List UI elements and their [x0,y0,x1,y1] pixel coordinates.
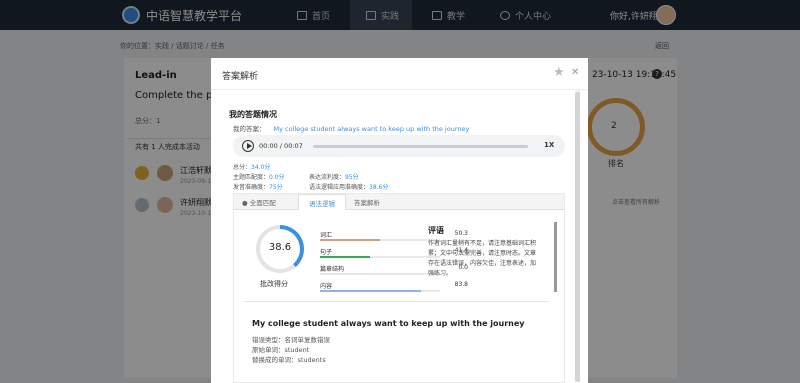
stat-value: 0.0分 [269,174,285,181]
tab-bar: ● 全面匹配 语法逻辑 答案解析 [234,194,564,210]
stat-total: 总分：34.0分 [233,162,270,171]
breakdown-label: 内容 [320,283,333,290]
detail-line: 原始单词：student [252,346,310,354]
breakdown-track [320,256,440,258]
my-answer-text: My college student always want to keep u… [273,125,470,133]
modal-title: 答案解析 [222,72,259,82]
detail-line: 替换成的单词：students [252,356,326,364]
answer-analysis-modal: 答案解析 ★ ✕ 我的答题情况 我的答案： My college student … [211,58,588,383]
comment-scrollbar[interactable] [554,222,557,292]
tab-answer-analysis[interactable]: 答案解析 [354,197,380,207]
divider [244,301,549,302]
stat-value: 38.6分 [369,184,389,191]
stat-fluency: 表达流利度：95分 [309,172,359,181]
breakdown-track [320,290,440,292]
score-label: 批改得分 [260,280,288,288]
playback-speed[interactable]: 1X [544,141,554,149]
tab-grammar-logic[interactable]: 语法逻辑 [298,194,346,210]
stat-value: 34.0分 [251,164,271,171]
play-icon[interactable] [242,140,254,152]
stat-label: 表达流利度： [309,174,346,181]
stat-label: 总分： [233,164,252,171]
audio-player: 00:00 / 00:07 1X [233,135,565,157]
detail-line: 错误类型：名词单复数错误 [252,336,330,344]
breakdown-fill [320,256,370,258]
audio-progress-bar[interactable] [313,145,528,148]
breakdown-label: 句子 [320,249,333,256]
analysis-panel: ● 全面匹配 语法逻辑 答案解析 38.6 批改得分 词汇 50.3 句子 41.4 篇… [233,193,565,383]
audio-time: 00:00 / 00:07 [259,142,303,150]
breakdown-fill [320,290,421,292]
scrollbar-thumb[interactable] [575,92,580,382]
stat-value: 95分 [345,174,359,181]
breakdown-value: 83.8 [454,281,468,288]
stat-label: 语法逻辑应用准确度： [309,184,370,191]
my-answer: 我的答案： My college student always want to k… [233,123,469,133]
breakdown-fill [320,239,381,241]
breakdown-track [320,273,440,275]
stat-value: 75分 [269,184,283,191]
close-icon[interactable]: ✕ [571,67,579,78]
modal-header: 答案解析 ★ ✕ [211,58,588,90]
stat-grammar: 语法逻辑应用准确度：38.6分 [309,182,388,191]
breakdown-track [320,239,440,241]
score-value: 38.6 [268,242,292,253]
stat-label: 发音准确度： [233,184,270,191]
comment-text: 作者词汇量稍有不足，请注意基础词汇积累；文中句法需完善，请注意时态。文章存在语法… [428,240,537,277]
stat-pronunciation: 发音准确度：75分 [233,182,283,191]
comment-title: 评语 [428,226,444,235]
tab-label: 全面匹配 [249,199,276,207]
my-answer-label: 我的答案： [233,125,266,133]
breakdown-label: 篇章结构 [320,266,345,273]
sentence-text: My college student always want to keep u… [252,319,525,328]
breakdown-value: 50.3 [454,230,468,237]
section-title: 我的答题情况 [229,110,277,119]
stat-label: 主题匹配度： [233,174,270,181]
star-icon[interactable]: ★ [553,65,565,80]
tab-overall-match[interactable]: ● 全面匹配 [242,197,276,207]
breakdown-label: 词汇 [320,232,333,239]
stat-theme: 主题匹配度：0.0分 [233,172,285,181]
breakdown-item: 内容 83.8 [320,281,468,298]
